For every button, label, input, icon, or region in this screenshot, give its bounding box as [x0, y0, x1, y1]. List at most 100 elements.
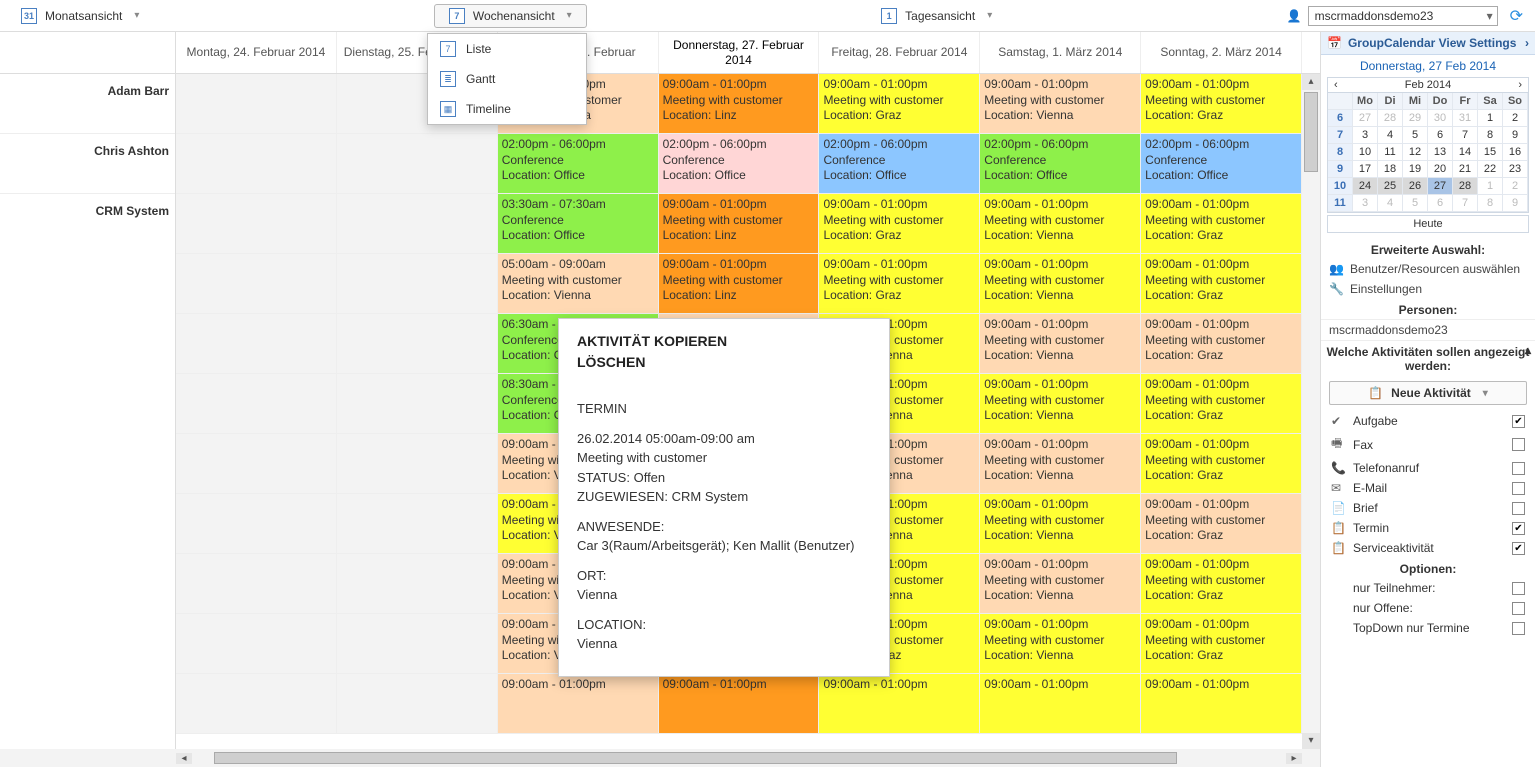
option-row[interactable]: nur Teilnehmer:: [1321, 578, 1535, 598]
resource-row[interactable]: CRM System: [0, 194, 175, 749]
minical-day[interactable]: 16: [1503, 144, 1528, 161]
empty-cell[interactable]: [176, 494, 337, 554]
event-cell[interactable]: 09:00am - 01:00pm: [498, 674, 659, 734]
checkbox[interactable]: [1512, 482, 1525, 495]
minical-day[interactable]: 6: [1428, 195, 1453, 212]
prev-month-button[interactable]: ‹: [1328, 78, 1344, 92]
event-cell[interactable]: 09:00am - 01:00pm: [1141, 674, 1302, 734]
event-cell[interactable]: 09:00am - 01:00pmMeeting with customerLo…: [980, 554, 1141, 614]
minical-day[interactable]: 5: [1403, 127, 1428, 144]
minical-day[interactable]: 9: [1503, 127, 1528, 144]
refresh-icon[interactable]: ⟳: [1510, 6, 1523, 26]
view-week-tab[interactable]: 7 Wochenansicht ▾: [434, 4, 587, 28]
scroll-left-arrow[interactable]: ◂: [176, 753, 192, 764]
minical-day[interactable]: 27: [1428, 178, 1453, 195]
checkbox[interactable]: [1512, 522, 1525, 535]
empty-cell[interactable]: [337, 374, 498, 434]
checkbox[interactable]: [1512, 415, 1525, 428]
dropdown-item-gantt[interactable]: ≣ Gantt: [428, 64, 586, 94]
event-cell[interactable]: 02:00pm - 06:00pmConferenceLocation: Off…: [1141, 134, 1302, 194]
event-cell[interactable]: 09:00am - 01:00pmMeeting with customerLo…: [980, 74, 1141, 134]
event-cell[interactable]: 09:00am - 01:00pmMeeting with customerLo…: [1141, 374, 1302, 434]
scroll-down-arrow[interactable]: ▾: [1302, 733, 1320, 749]
week-number[interactable]: 9: [1328, 161, 1353, 178]
mini-calendar[interactable]: MoDiMiDoFrSaSo62728293031127345678981011…: [1327, 93, 1529, 213]
user-select-field[interactable]: mscrmaddonsdemo23: [1308, 6, 1498, 26]
minical-day[interactable]: 20: [1428, 161, 1453, 178]
collapse-up-icon[interactable]: ▴: [1525, 343, 1531, 357]
minical-day[interactable]: 29: [1403, 110, 1428, 127]
minical-day[interactable]: 2: [1503, 178, 1528, 195]
week-number[interactable]: 11: [1328, 195, 1353, 212]
minical-day[interactable]: 9: [1503, 195, 1528, 212]
event-cell[interactable]: 02:00pm - 06:00pmConferenceLocation: Off…: [498, 134, 659, 194]
event-cell[interactable]: 09:00am - 01:00pmMeeting with customerLo…: [1141, 614, 1302, 674]
vertical-scrollbar[interactable]: ▴ ▾: [1302, 74, 1320, 749]
activity-type-row[interactable]: 🖷 Fax: [1321, 431, 1535, 458]
minical-day[interactable]: 3: [1353, 127, 1378, 144]
event-cell[interactable]: 05:00am - 09:00amMeeting with customerLo…: [498, 254, 659, 314]
checkbox[interactable]: [1512, 542, 1525, 555]
minical-day[interactable]: 23: [1503, 161, 1528, 178]
event-cell[interactable]: 09:00am - 01:00pmMeeting with customerLo…: [659, 194, 820, 254]
settings-link[interactable]: 🔧 Einstellungen: [1321, 279, 1535, 299]
settings-header[interactable]: 📅 GroupCalendar View Settings ›: [1321, 32, 1535, 55]
scroll-thumb[interactable]: [214, 752, 1177, 764]
view-month-tab[interactable]: 31 Monatsansicht ▾: [6, 4, 154, 28]
scroll-right-arrow[interactable]: ▸: [1286, 753, 1302, 764]
minical-day[interactable]: 18: [1378, 161, 1403, 178]
minical-day[interactable]: 6: [1428, 127, 1453, 144]
new-activity-button[interactable]: 📋 Neue Aktivität ▾: [1329, 381, 1527, 405]
event-cell[interactable]: 09:00am - 01:00pmMeeting with customerLo…: [980, 434, 1141, 494]
minical-day[interactable]: 13: [1428, 144, 1453, 161]
checkbox[interactable]: [1512, 502, 1525, 515]
empty-cell[interactable]: [176, 614, 337, 674]
event-cell[interactable]: 09:00am - 01:00pmMeeting with customerLo…: [1141, 434, 1302, 494]
event-cell[interactable]: 09:00am - 01:00pmMeeting with customerLo…: [980, 314, 1141, 374]
event-cell[interactable]: 09:00am - 01:00pmMeeting with customerLo…: [659, 254, 820, 314]
minical-day[interactable]: 31: [1453, 110, 1478, 127]
empty-cell[interactable]: [176, 74, 337, 134]
empty-cell[interactable]: [337, 194, 498, 254]
activity-type-row[interactable]: 📋 Termin: [1321, 518, 1535, 538]
minical-day[interactable]: 1: [1478, 110, 1503, 127]
minical-day[interactable]: 28: [1378, 110, 1403, 127]
event-cell[interactable]: 09:00am - 01:00pmMeeting with customerLo…: [980, 194, 1141, 254]
week-number[interactable]: 8: [1328, 144, 1353, 161]
empty-cell[interactable]: [337, 494, 498, 554]
event-cell[interactable]: 02:00pm - 06:00pmConferenceLocation: Off…: [980, 134, 1141, 194]
resource-row[interactable]: Chris Ashton: [0, 134, 175, 194]
dropdown-item-timeline[interactable]: ▦ Timeline: [428, 94, 586, 124]
event-cell[interactable]: 09:00am - 01:00pmMeeting with customerLo…: [819, 74, 980, 134]
checkbox[interactable]: [1512, 438, 1525, 451]
minical-day[interactable]: 5: [1403, 195, 1428, 212]
event-cell[interactable]: 09:00am - 01:00pmMeeting with customerLo…: [1141, 314, 1302, 374]
person-entry[interactable]: mscrmaddonsdemo23: [1321, 319, 1535, 341]
minical-day[interactable]: 7: [1453, 195, 1478, 212]
empty-cell[interactable]: [337, 554, 498, 614]
activity-type-row[interactable]: 📄 Brief: [1321, 498, 1535, 518]
event-cell[interactable]: 09:00am - 01:00pm: [819, 674, 980, 734]
checkbox[interactable]: [1512, 622, 1525, 635]
today-button[interactable]: Heute: [1327, 215, 1529, 233]
event-cell[interactable]: 09:00am - 01:00pmMeeting with customerLo…: [980, 254, 1141, 314]
day-header[interactable]: Donnerstag, 27. Februar 2014: [659, 32, 820, 73]
event-cell[interactable]: 09:00am - 01:00pmMeeting with customerLo…: [980, 374, 1141, 434]
minical-day[interactable]: 3: [1353, 195, 1378, 212]
checkbox[interactable]: [1512, 462, 1525, 475]
event-cell[interactable]: 09:00am - 01:00pmMeeting with customerLo…: [980, 614, 1141, 674]
empty-cell[interactable]: [176, 674, 337, 734]
activity-type-row[interactable]: 📋 Serviceaktivität: [1321, 538, 1535, 558]
event-cell[interactable]: 03:30am - 07:30amConferenceLocation: Off…: [498, 194, 659, 254]
event-cell[interactable]: 09:00am - 01:00pmMeeting with customerLo…: [819, 254, 980, 314]
option-row[interactable]: nur Offene:: [1321, 598, 1535, 618]
day-header[interactable]: Freitag, 28. Februar 2014: [819, 32, 980, 73]
minical-day[interactable]: 10: [1353, 144, 1378, 161]
minical-day[interactable]: 17: [1353, 161, 1378, 178]
event-cell[interactable]: 09:00am - 01:00pmMeeting with customerLo…: [1141, 74, 1302, 134]
activity-type-row[interactable]: ✔ Aufgabe: [1321, 411, 1535, 431]
next-month-button[interactable]: ›: [1512, 78, 1528, 92]
minical-day[interactable]: 4: [1378, 195, 1403, 212]
week-number[interactable]: 6: [1328, 110, 1353, 127]
tooltip-delete-action[interactable]: LÖSCHEN: [577, 352, 871, 373]
